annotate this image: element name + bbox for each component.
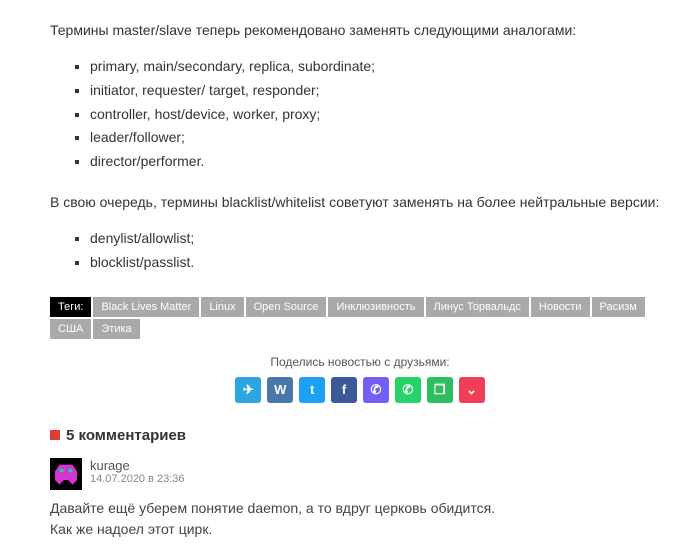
tag-link[interactable]: Расизм xyxy=(592,297,645,317)
comment-body: Давайте ещё уберем понятие daemon, а то … xyxy=(50,498,670,540)
tag-link[interactable]: Этика xyxy=(93,319,139,339)
comment: kurage 14.07.2020 в 23:36 xyxy=(50,458,670,490)
tag-link[interactable]: США xyxy=(50,319,91,339)
replacement-list-1: primary, main/secondary, replica, subord… xyxy=(50,55,670,174)
list-item: controller, host/device, worker, proxy; xyxy=(90,103,670,127)
list-item: blocklist/passlist. xyxy=(90,251,670,275)
avatar[interactable] xyxy=(50,458,82,490)
paragraph-intro-1: Термины master/slave теперь рекомендован… xyxy=(50,20,670,41)
list-item: leader/follower; xyxy=(90,126,670,150)
square-bullet-icon xyxy=(50,430,60,440)
vk-icon[interactable]: W xyxy=(267,377,293,403)
tag-link[interactable]: Black Lives Matter xyxy=(93,297,199,317)
tag-link[interactable]: Linux xyxy=(201,297,243,317)
tag-link[interactable]: Линус Торвальдс xyxy=(426,297,529,317)
tags-row: Теги: Black Lives Matter Linux Open Sour… xyxy=(50,297,670,341)
share-row: ✈ W t f ✆ ✆ ❐ ⌄ xyxy=(50,377,670,403)
comment-date: 14.07.2020 в 23:36 xyxy=(90,473,185,485)
tags-label: Теги: xyxy=(50,297,91,317)
comments-count: 5 комментариев xyxy=(66,427,186,444)
replacement-list-2: denylist/allowlist; blocklist/passlist. xyxy=(50,227,670,275)
paragraph-intro-2: В свою очередь, термины blacklist/whitel… xyxy=(50,192,670,213)
list-item: initiator, requester/ target, responder; xyxy=(90,79,670,103)
evernote-icon[interactable]: ❐ xyxy=(427,377,453,403)
facebook-icon[interactable]: f xyxy=(331,377,357,403)
tag-link[interactable]: Новости xyxy=(531,297,590,317)
telegram-icon[interactable]: ✈ xyxy=(235,377,261,403)
twitter-icon[interactable]: t xyxy=(299,377,325,403)
comment-author[interactable]: kurage xyxy=(90,458,185,473)
viber-icon[interactable]: ✆ xyxy=(363,377,389,403)
comments-header: 5 комментариев xyxy=(50,427,670,444)
list-item: director/performer. xyxy=(90,150,670,174)
whatsapp-icon[interactable]: ✆ xyxy=(395,377,421,403)
tag-link[interactable]: Open Source xyxy=(246,297,327,317)
pocket-icon[interactable]: ⌄ xyxy=(459,377,485,403)
share-label: Поделись новостью с друзьями: xyxy=(50,355,670,369)
tag-link[interactable]: Инклюзивность xyxy=(328,297,423,317)
list-item: primary, main/secondary, replica, subord… xyxy=(90,55,670,79)
list-item: denylist/allowlist; xyxy=(90,227,670,251)
